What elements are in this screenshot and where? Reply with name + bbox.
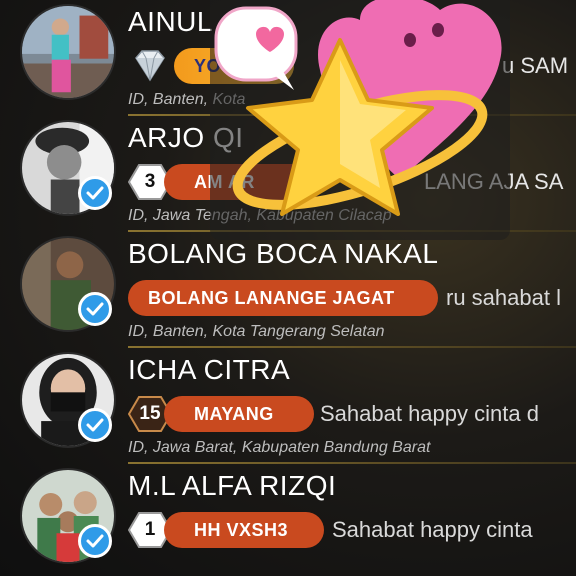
user-location: ID, Jawa Barat, Kabupaten Bandung Barat <box>128 439 431 456</box>
verified-check-icon <box>78 292 112 326</box>
heart-star-sticker <box>210 0 510 240</box>
list-item-ml-alfa[interactable]: M.L ALFA RIZQI 1 HH VXSH3 Sahabat happy … <box>0 464 576 576</box>
user-tag: BOLANG LANANGE JAGAT <box>128 280 438 316</box>
verified-check-icon <box>78 176 112 210</box>
user-name: M.L ALFA RIZQI <box>128 470 337 501</box>
user-message: Sahabat happy cinta <box>332 517 533 542</box>
user-message: u SAM <box>502 53 569 78</box>
avatar[interactable] <box>20 4 116 100</box>
user-message: Sahabat happy cinta d <box>320 401 539 426</box>
user-tag: MAYANG <box>164 396 314 432</box>
verified-check-icon <box>78 408 112 442</box>
user-tag: HH VXSH3 <box>164 512 324 548</box>
user-name: AINUL <box>128 6 213 37</box>
user-location: ID, Banten, Kota Tangerang Selatan <box>128 323 385 340</box>
list-item-icha[interactable]: ICHA CITRA 15 MAYANG Sahabat happy cinta… <box>0 348 576 464</box>
user-message: ru sahabat l <box>446 285 561 310</box>
user-name: BOLANG BOCA NAKAL <box>128 238 439 269</box>
user-name: ICHA CITRA <box>128 354 291 385</box>
verified-check-icon <box>78 524 112 558</box>
diamond-icon <box>128 46 172 86</box>
list-item-bolang[interactable]: BOLANG BOCA NAKAL BOLANG LANANGE JAGAT r… <box>0 232 576 348</box>
